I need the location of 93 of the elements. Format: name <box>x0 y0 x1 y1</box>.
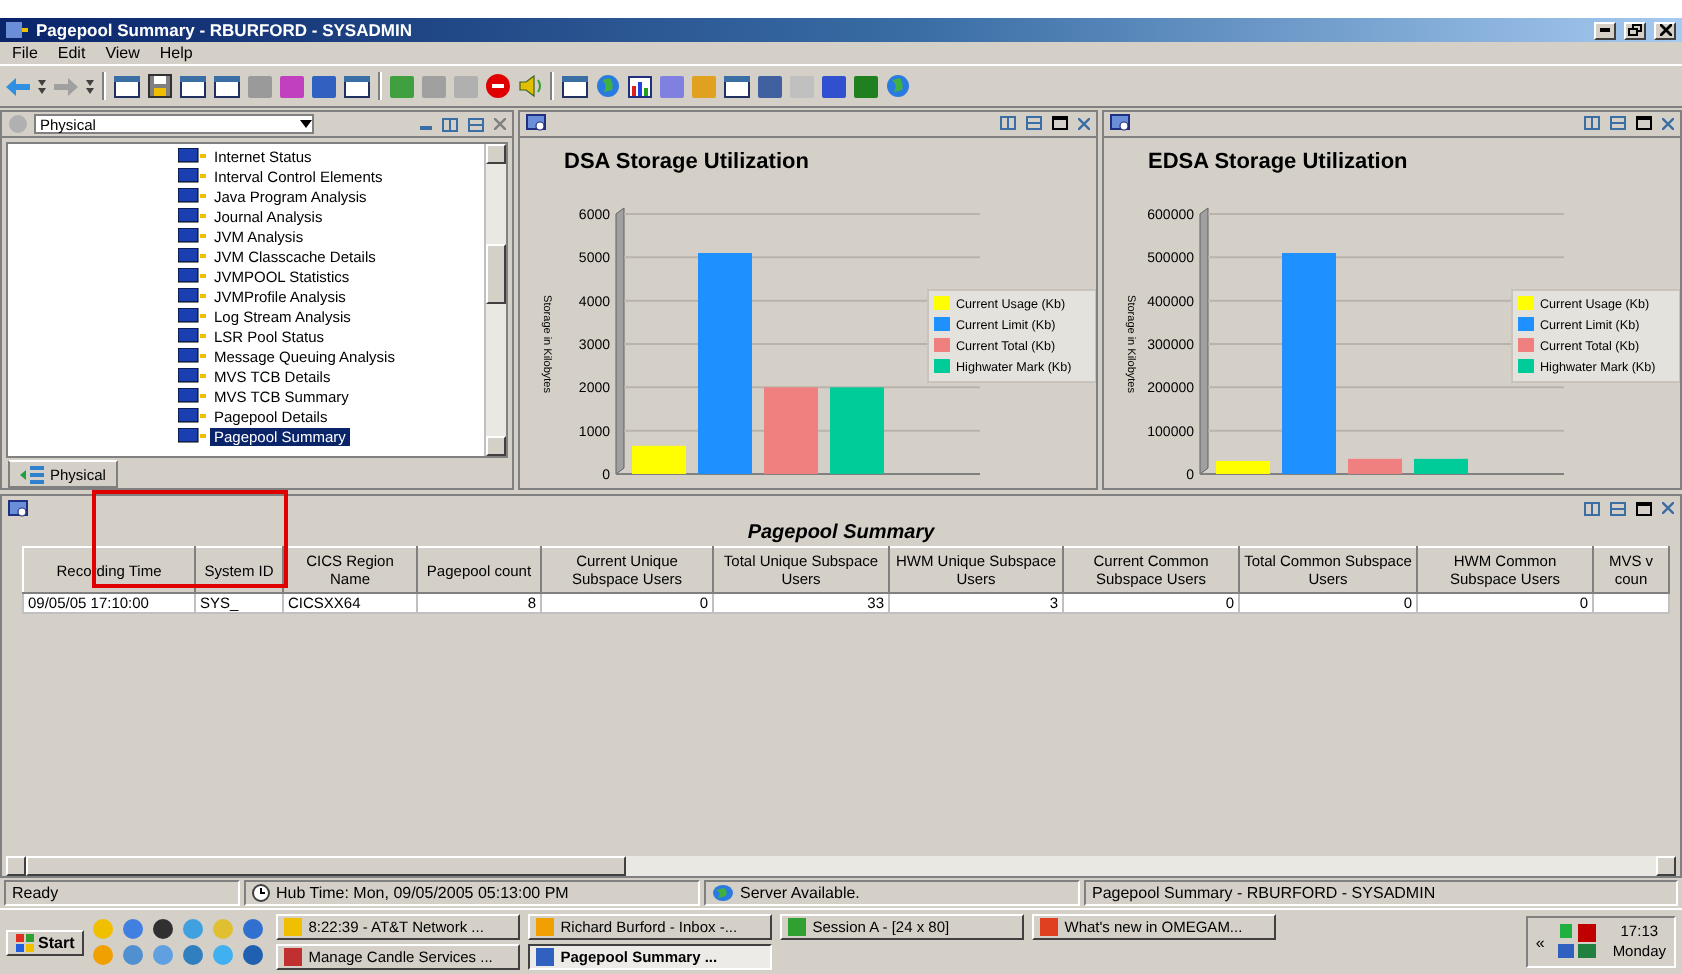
monitor-icon <box>178 428 206 444</box>
monitor-icon <box>178 348 206 364</box>
clock-icon <box>252 884 270 902</box>
bar <box>764 386 818 474</box>
launcher-icon[interactable] <box>152 918 175 940</box>
menu-item[interactable]: Edit <box>57 44 86 62</box>
toolbar-icon[interactable] <box>390 75 414 97</box>
restore-icon <box>1628 24 1642 36</box>
table-title: Pagepool Summary <box>745 520 937 546</box>
monitor-icon <box>178 268 206 284</box>
tray-icons-drawing[interactable] <box>1556 922 1601 962</box>
globe-icon[interactable] <box>886 74 910 98</box>
toolbar-icon[interactable] <box>280 75 304 97</box>
monitor-icon <box>178 248 206 264</box>
tile-vertical-icon[interactable] <box>442 117 458 131</box>
bar <box>1414 458 1468 474</box>
chart-title: EDSA Storage Utilization <box>1146 147 1410 174</box>
monitor-icon <box>178 288 206 304</box>
tray-expand-button[interactable]: « <box>1535 933 1545 951</box>
window-title: Pagepool Summary - RBURFORD - SYSADMIN <box>36 20 414 40</box>
window-icon[interactable] <box>214 75 240 97</box>
close-icon[interactable] <box>1662 502 1674 514</box>
windows-logo-icon <box>16 933 34 951</box>
window-icon[interactable] <box>344 75 370 97</box>
monitor-icon <box>178 368 206 384</box>
monitor-icon <box>178 188 206 204</box>
speaker-icon[interactable] <box>518 74 542 98</box>
horizontal-scrollbar[interactable] <box>6 856 1676 876</box>
menu-item[interactable]: View <box>105 44 140 62</box>
maximize-icon[interactable] <box>1636 501 1652 515</box>
app-icon <box>6 22 28 38</box>
hub-time: Hub Time: Mon, 09/05/2005 05:13:00 PM <box>276 884 569 902</box>
globe-icon[interactable] <box>596 74 620 98</box>
toolbar-icon[interactable] <box>248 75 272 97</box>
status-message: Ready <box>4 880 240 906</box>
close-icon[interactable] <box>494 118 506 130</box>
vertical-scrollbar[interactable] <box>484 144 506 456</box>
monitor-icon <box>526 114 546 133</box>
monitor-icon <box>178 228 206 244</box>
monitor-icon <box>1110 114 1130 133</box>
bar <box>1216 460 1270 474</box>
window-icon[interactable] <box>562 75 588 97</box>
tile-vertical-icon[interactable] <box>1584 501 1600 515</box>
tile-horizontal-icon[interactable] <box>1026 116 1042 131</box>
start-button[interactable]: Start <box>6 929 85 955</box>
dropdown-arrow-icon[interactable] <box>86 79 94 93</box>
toolbar-icon[interactable] <box>758 75 782 97</box>
window-icon[interactable] <box>180 75 206 97</box>
menu-item[interactable]: File <box>12 44 38 62</box>
launcher-icon[interactable] <box>242 944 265 966</box>
close-icon <box>1659 24 1671 36</box>
bar <box>830 386 884 474</box>
toolbar-icon[interactable] <box>660 75 684 97</box>
monitor-icon <box>178 148 206 164</box>
monitor-icon <box>178 328 206 344</box>
window-icon[interactable] <box>724 75 750 97</box>
monitor-icon <box>178 208 206 224</box>
tile-horizontal-icon[interactable] <box>468 117 484 131</box>
maximize-icon[interactable] <box>1636 116 1652 131</box>
tile-horizontal-icon[interactable] <box>1610 501 1626 515</box>
close-button[interactable] <box>1654 21 1676 39</box>
tree-icon <box>20 465 44 483</box>
stop-icon[interactable] <box>486 74 510 98</box>
bar <box>632 445 686 474</box>
tile-vertical-icon[interactable] <box>1584 116 1600 131</box>
monitor-icon <box>178 168 206 184</box>
back-arrow-icon[interactable] <box>6 77 30 95</box>
globe-icon <box>712 884 734 902</box>
minimize-icon <box>1600 28 1610 32</box>
chart-title: DSA Storage Utilization <box>562 147 811 174</box>
status-context: Pagepool Summary - RBURFORD - SYSADMIN <box>1084 880 1678 906</box>
bar <box>1348 458 1402 474</box>
maximize-icon[interactable] <box>1052 116 1068 131</box>
toolbar-icon[interactable] <box>854 75 878 97</box>
menu-item[interactable]: Help <box>159 44 193 62</box>
circle-icon <box>8 114 28 134</box>
bar-chart-icon[interactable] <box>628 75 652 97</box>
window-icon[interactable] <box>114 75 140 97</box>
dropdown-arrow-icon[interactable] <box>38 79 46 93</box>
dropdown-arrow-icon <box>300 120 312 128</box>
tile-vertical-icon[interactable] <box>1000 116 1016 131</box>
close-icon[interactable] <box>1078 117 1090 130</box>
tile-horizontal-icon[interactable] <box>1610 116 1626 131</box>
minimize-button[interactable] <box>1594 21 1616 39</box>
monitor-icon <box>8 499 28 517</box>
monitor-icon <box>178 408 206 424</box>
toolbar-icon[interactable] <box>312 75 336 97</box>
monitor-icon <box>178 388 206 404</box>
close-icon[interactable] <box>1662 117 1674 130</box>
monitor-icon <box>178 308 206 324</box>
restore-button[interactable] <box>1624 21 1646 39</box>
server-status: Server Available. <box>740 884 860 902</box>
toolbar-icon[interactable] <box>822 75 846 97</box>
